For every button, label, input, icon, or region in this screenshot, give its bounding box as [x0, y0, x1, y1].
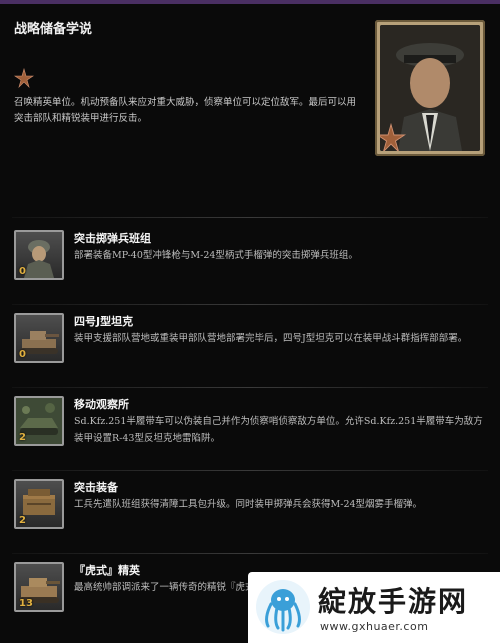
ability-row[interactable]: 0 四号J型坦克 装甲支援部队营地或重装甲部队营地部署完毕后，四号J型坦克可以在…: [14, 313, 490, 375]
ability-row[interactable]: 2 移动观察所 Sd.Kfz.251半履带车可以伪装自己并作为侦察哨侦察敌方单位…: [14, 396, 490, 458]
ability-row[interactable]: 2 突击装备 工兵先遣队班组获得清障工具包升级。同时装甲掷弹兵会获得M-24型烟…: [14, 479, 490, 541]
section-divider: [12, 217, 488, 218]
ability-icon-frame[interactable]: 2: [14, 396, 64, 446]
ability-icon-frame[interactable]: 0: [14, 313, 64, 363]
ability-cost: 2: [19, 515, 26, 526]
ability-cost: 0: [19, 349, 26, 360]
ability-title: 四号J型坦克: [74, 315, 134, 328]
doctrine-description: 召唤精英单位。机动预备队来应对重大威胁，侦察单位可以定位敌军。最后可以用突击部队…: [14, 97, 357, 124]
ability-title: 突击装备: [74, 481, 118, 494]
ability-row[interactable]: 0 突击掷弹兵班组 部署装备MP-40型冲锋枪与M-24型柄式手榴弹的突击掷弹兵…: [14, 230, 490, 292]
ability-cost: 13: [19, 598, 33, 609]
section-divider: [12, 553, 488, 554]
section-divider: [12, 387, 488, 388]
site-watermark: 綻放手游网 www.gxhuaer.com: [248, 572, 500, 643]
ability-description: Sd.Kfz.251半履带车可以伪装自己并作为侦察哨侦察敌方单位。允许Sd.Kf…: [74, 416, 483, 444]
ability-description: 装甲支援部队营地或重装甲部队营地部署完毕后，四号J型坦克可以在装甲战斗群指挥部部…: [74, 333, 468, 344]
ability-title: 突击掷弹兵班组: [74, 232, 151, 245]
ability-icon-frame[interactable]: 0: [14, 230, 64, 280]
ability-title: 移动观察所: [74, 398, 129, 411]
ability-description: 部署装备MP-40型冲锋枪与M-24型柄式手榴弹的突击掷弹兵班组。: [74, 250, 358, 261]
watermark-url: www.gxhuaer.com: [320, 620, 429, 633]
watermark-brand: 綻放手游网: [318, 585, 469, 618]
ability-icon-frame[interactable]: 13: [14, 562, 64, 612]
commander-star-icon: [14, 68, 34, 88]
commander-portrait: [375, 20, 485, 156]
section-divider: [12, 470, 488, 471]
top-accent-bar: [0, 0, 500, 4]
ability-description: 工兵先遣队班组获得清障工具包升级。同时装甲掷弹兵会获得M-24型烟雾手榴弹。: [74, 499, 423, 510]
rank-star-icon: [380, 123, 406, 151]
ability-cost: 2: [19, 432, 26, 443]
octopus-logo-icon: [256, 580, 310, 634]
ability-title: 『虎式』精英: [74, 564, 140, 577]
page-title: 战略储备学说: [14, 22, 93, 37]
ability-icon-frame[interactable]: 2: [14, 479, 64, 529]
section-divider: [12, 304, 488, 305]
ability-cost: 0: [19, 266, 26, 277]
